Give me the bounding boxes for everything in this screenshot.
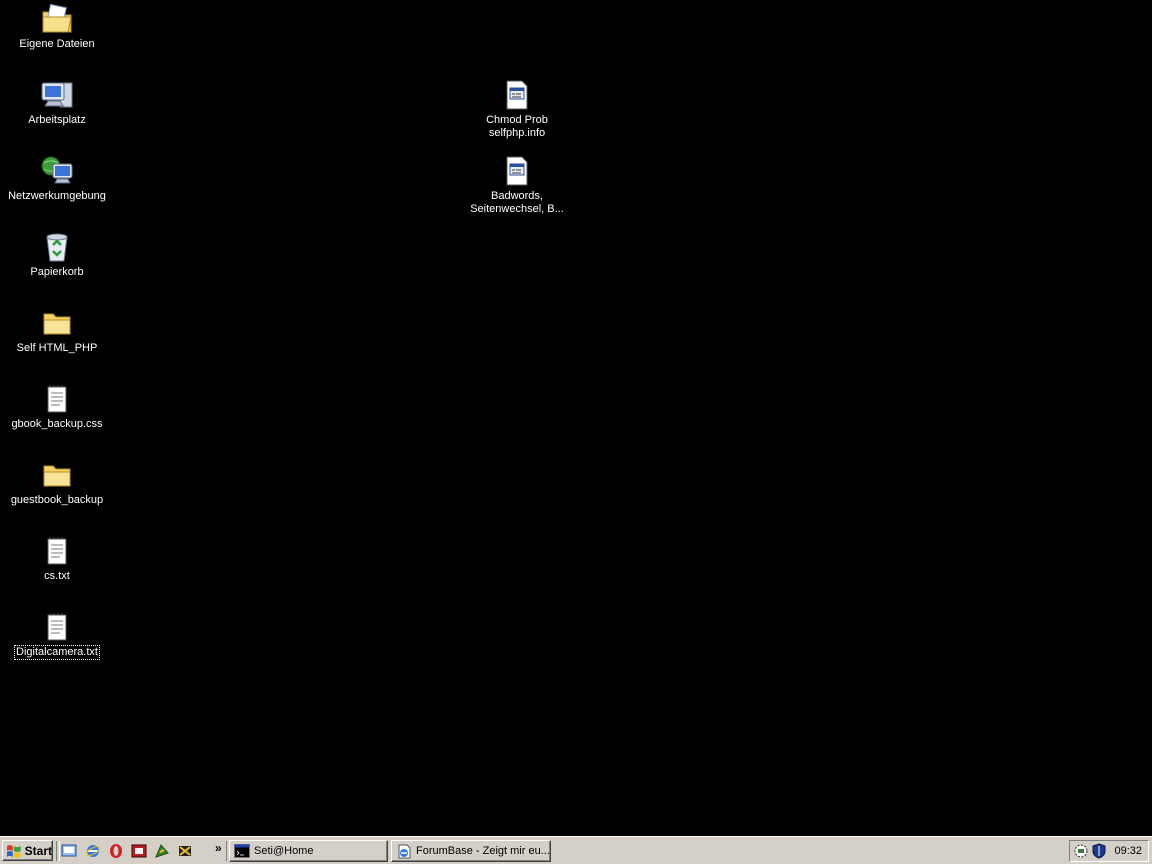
- show-desktop-icon[interactable]: [60, 843, 78, 859]
- text-file-icon: [40, 534, 74, 568]
- console-icon: [234, 844, 250, 858]
- url-shortcut-icon: [500, 154, 534, 188]
- my-documents-icon: [40, 2, 74, 36]
- internet-explorer-icon: [398, 844, 411, 859]
- start-label: Start: [24, 843, 52, 858]
- windows-logo-icon: [6, 844, 21, 858]
- desktop-icon-label: Chmod Prob selfphp.info: [486, 114, 548, 139]
- opera-icon[interactable]: [107, 843, 125, 859]
- task-label: Seti@Home: [254, 845, 314, 857]
- text-file-icon: [40, 382, 74, 416]
- desktop-icon-label: Self HTML_PHP: [16, 342, 98, 354]
- recycle-bin-icon: [40, 230, 74, 264]
- folder-icon: [40, 458, 74, 492]
- desktop-icon-folder-self-html-php[interactable]: Self HTML_PHP: [2, 306, 112, 355]
- desktop-icon-my-documents[interactable]: Eigene Dateien: [2, 2, 112, 51]
- desktop-icon-label: Papierkorb: [30, 266, 84, 278]
- internet-explorer-icon[interactable]: [84, 843, 102, 859]
- desktop-icon-label: guestbook_backup: [10, 494, 104, 506]
- url-shortcut-icon: [500, 78, 534, 112]
- winamp-icon[interactable]: [153, 843, 171, 859]
- desktop-icon-label: Badwords, Seitenwechsel, B...: [470, 190, 564, 215]
- desktop-icon-recycle-bin[interactable]: Papierkorb: [2, 230, 112, 279]
- desktop-icon-label: gbook_backup.css: [11, 418, 103, 430]
- tool-icon[interactable]: [176, 843, 194, 859]
- desktop-icon-cs-txt[interactable]: cs.txt: [2, 534, 112, 583]
- desktop-icon-chmod-prob-shortcut[interactable]: Chmod Prob selfphp.info: [462, 78, 572, 140]
- desktop-icon-network-places[interactable]: Netzwerkumgebung: [2, 154, 112, 203]
- start-button[interactable]: Start: [2, 840, 53, 861]
- desktop-icon-label: cs.txt: [44, 570, 70, 582]
- network-places-icon: [40, 154, 74, 188]
- folder-icon: [40, 306, 74, 340]
- desktop-icon-folder-guestbook-backup[interactable]: guestbook_backup: [2, 458, 112, 507]
- task-button-seti-at-home[interactable]: Seti@Home: [229, 840, 388, 862]
- desktop-icon-label: Eigene Dateien: [19, 38, 95, 50]
- task-label: ForumBase - Zeigt mir eu...: [416, 845, 550, 857]
- network-tray-icon[interactable]: [1073, 843, 1089, 859]
- quick-launch-chevron[interactable]: »: [215, 841, 222, 855]
- text-file-icon: [40, 610, 74, 644]
- desktop-icon-badwords-shortcut[interactable]: Badwords, Seitenwechsel, B...: [462, 154, 572, 216]
- app-icon[interactable]: [130, 843, 148, 859]
- desktop-icon-my-computer[interactable]: Arbeitsplatz: [2, 78, 112, 127]
- desktop-icon-gbook-backup-css[interactable]: gbook_backup.css: [2, 382, 112, 431]
- desktop[interactable]: Eigene Dateien Arbeitsplatz Netzwerkumge…: [0, 0, 1152, 836]
- system-tray: 09:32: [1069, 840, 1149, 862]
- desktop-icon-digitalcamera-txt[interactable]: Digitalcamera.txt: [2, 610, 112, 660]
- my-computer-icon: [40, 78, 74, 112]
- desktop-icon-label: Digitalcamera.txt: [14, 645, 100, 660]
- clock[interactable]: 09:32: [1114, 845, 1142, 857]
- task-button-forumbase[interactable]: ForumBase - Zeigt mir eu...: [391, 840, 551, 862]
- desktop-icon-label: Netzwerkumgebung: [8, 190, 106, 202]
- desktop-icon-label: Arbeitsplatz: [28, 114, 86, 126]
- taskbar: Start » Seti@Home ForumBase - Zeigt mir …: [0, 836, 1152, 864]
- shield-tray-icon[interactable]: [1092, 843, 1106, 859]
